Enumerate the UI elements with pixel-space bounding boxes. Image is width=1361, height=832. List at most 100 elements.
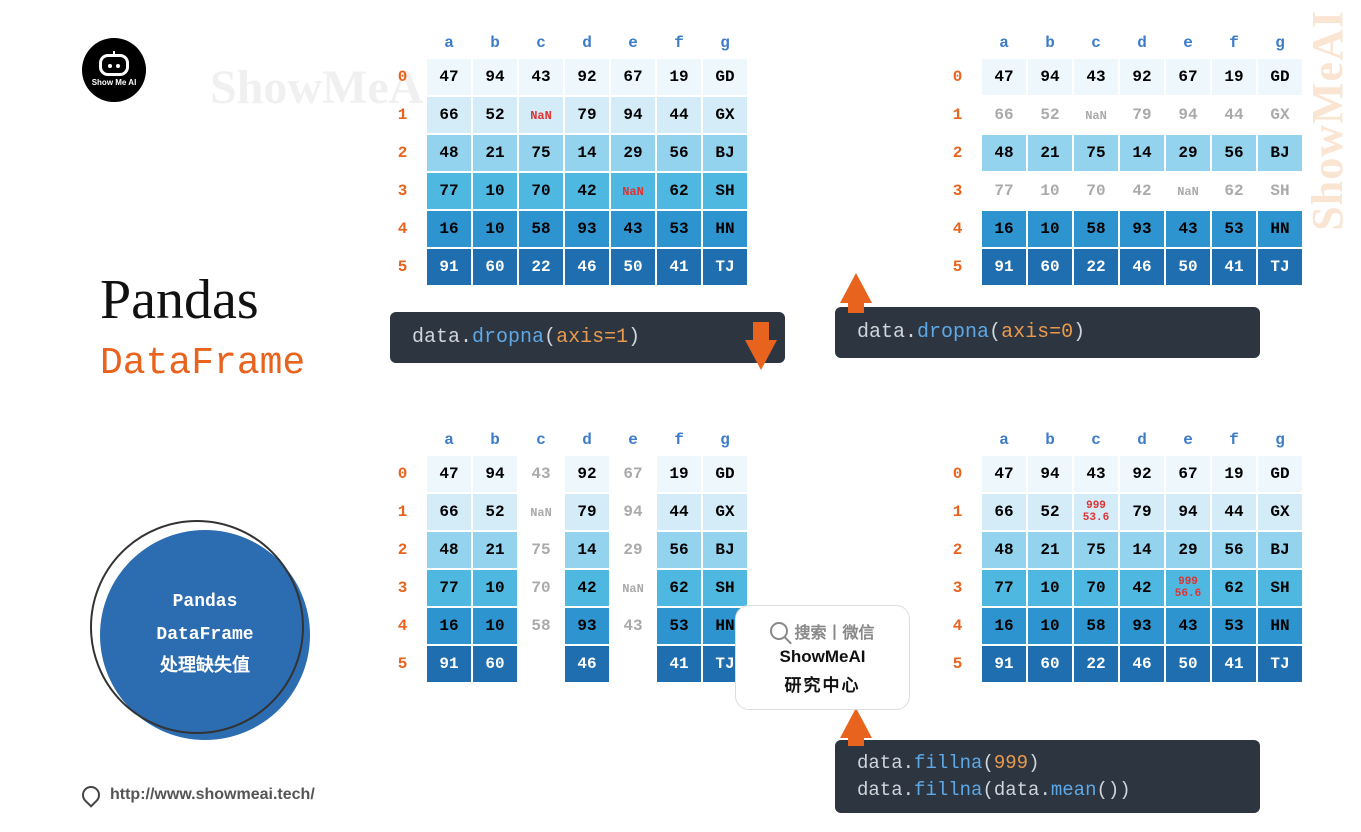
cell: 52 xyxy=(472,493,518,531)
cell: 56 xyxy=(656,134,702,172)
cell: 50 xyxy=(610,248,656,286)
cell: 79 xyxy=(1119,96,1165,134)
col-header: g xyxy=(1257,425,1303,455)
dataframe-original-1: abcdefg0479443926719GD16652NaN799444GX24… xyxy=(380,28,749,287)
footer-url: http://www.showmeai.tech/ xyxy=(110,786,315,804)
cell: 70 xyxy=(1073,569,1119,607)
cell: 42 xyxy=(1119,569,1165,607)
cell: 41 xyxy=(1211,248,1257,286)
row-header: 0 xyxy=(380,455,426,493)
row-header: 2 xyxy=(380,531,426,569)
cell: 48 xyxy=(426,134,472,172)
cell: 46 xyxy=(1119,645,1165,683)
col-header: b xyxy=(1027,425,1073,455)
cell: 79 xyxy=(564,96,610,134)
cell: 14 xyxy=(564,531,610,569)
cell: 67 xyxy=(610,58,656,96)
cell: 14 xyxy=(1119,531,1165,569)
cell: 43 xyxy=(1165,210,1211,248)
cell: 10 xyxy=(472,569,518,607)
col-header: e xyxy=(610,28,656,58)
row-header: 5 xyxy=(935,248,981,286)
cell: 22 xyxy=(1073,645,1119,683)
cell: 70 xyxy=(518,172,564,210)
circle-line-1: Pandas xyxy=(173,586,238,618)
cell: HN xyxy=(1257,607,1303,645)
cell: 10 xyxy=(1027,172,1073,210)
circle-line-2: DataFrame xyxy=(156,619,253,651)
cell: 41 xyxy=(656,248,702,286)
cell: BJ xyxy=(1257,134,1303,172)
cell: 10 xyxy=(472,607,518,645)
cell: 67 xyxy=(1165,58,1211,96)
cell: 43 xyxy=(1165,607,1211,645)
cell: HN xyxy=(702,210,748,248)
cell: TJ xyxy=(1257,248,1303,286)
cell: 47 xyxy=(981,58,1027,96)
cell: GD xyxy=(1257,58,1303,96)
col-header: f xyxy=(1211,28,1257,58)
cell: 42 xyxy=(564,172,610,210)
cell: 48 xyxy=(981,134,1027,172)
search-line-3: 研究中心 xyxy=(785,671,861,696)
cell: SH xyxy=(1257,569,1303,607)
cell: HN xyxy=(1257,210,1303,248)
cell: 62 xyxy=(656,172,702,210)
cell: 67 xyxy=(1165,455,1211,493)
cell: 29 xyxy=(1165,134,1211,172)
cell: 94 xyxy=(1027,455,1073,493)
cell: 91 xyxy=(981,645,1027,683)
cell: NaN xyxy=(1165,172,1211,210)
cell: 56 xyxy=(656,531,702,569)
cell: GX xyxy=(702,493,748,531)
col-header: a xyxy=(426,28,472,58)
cell: 58 xyxy=(1073,210,1119,248)
cell: 50 xyxy=(1165,645,1211,683)
topic-circle: Pandas DataFrame 处理缺失值 xyxy=(100,530,310,740)
cell: BJ xyxy=(702,531,748,569)
cell: 75 xyxy=(518,134,564,172)
cell: 75 xyxy=(518,531,564,569)
cell: 93 xyxy=(564,607,610,645)
row-header: 2 xyxy=(380,134,426,172)
cell: 44 xyxy=(656,493,702,531)
cell: 79 xyxy=(564,493,610,531)
cell: 60 xyxy=(472,645,518,683)
cell: 16 xyxy=(981,210,1027,248)
col-header: c xyxy=(518,28,564,58)
cell: SH xyxy=(702,172,748,210)
row-header: 0 xyxy=(935,58,981,96)
cell: GD xyxy=(702,58,748,96)
cell: 91 xyxy=(981,248,1027,286)
cell: 10 xyxy=(1027,210,1073,248)
row-header: 0 xyxy=(935,455,981,493)
col-header: b xyxy=(472,425,518,455)
cell: 79 xyxy=(1119,493,1165,531)
title-pandas: Pandas xyxy=(100,268,305,332)
cell: 92 xyxy=(564,58,610,96)
cell: 93 xyxy=(564,210,610,248)
cell: SH xyxy=(702,569,748,607)
cell: GD xyxy=(1257,455,1303,493)
cell: 47 xyxy=(426,58,472,96)
cell: 70 xyxy=(1073,172,1119,210)
col-header: e xyxy=(1165,425,1211,455)
cell: 99956.6 xyxy=(1165,569,1211,607)
logo-text: Show Me AI xyxy=(92,78,137,87)
cell: 21 xyxy=(1027,134,1073,172)
row-header: 3 xyxy=(935,172,981,210)
cell: 42 xyxy=(1119,172,1165,210)
cell: 21 xyxy=(1027,531,1073,569)
cell: 21 xyxy=(472,134,518,172)
code-fillna: data.fillna(999) data.fillna(data.mean()… xyxy=(835,740,1260,813)
row-header: 3 xyxy=(935,569,981,607)
cell: 43 xyxy=(518,58,564,96)
cell: 52 xyxy=(1027,493,1073,531)
search-line-1: 搜索丨微信 xyxy=(794,619,874,643)
cell: NaN xyxy=(1073,96,1119,134)
col-header: e xyxy=(1165,28,1211,58)
col-header: g xyxy=(702,28,748,58)
cell: 58 xyxy=(518,607,564,645)
col-header: a xyxy=(426,425,472,455)
cell: 60 xyxy=(472,248,518,286)
